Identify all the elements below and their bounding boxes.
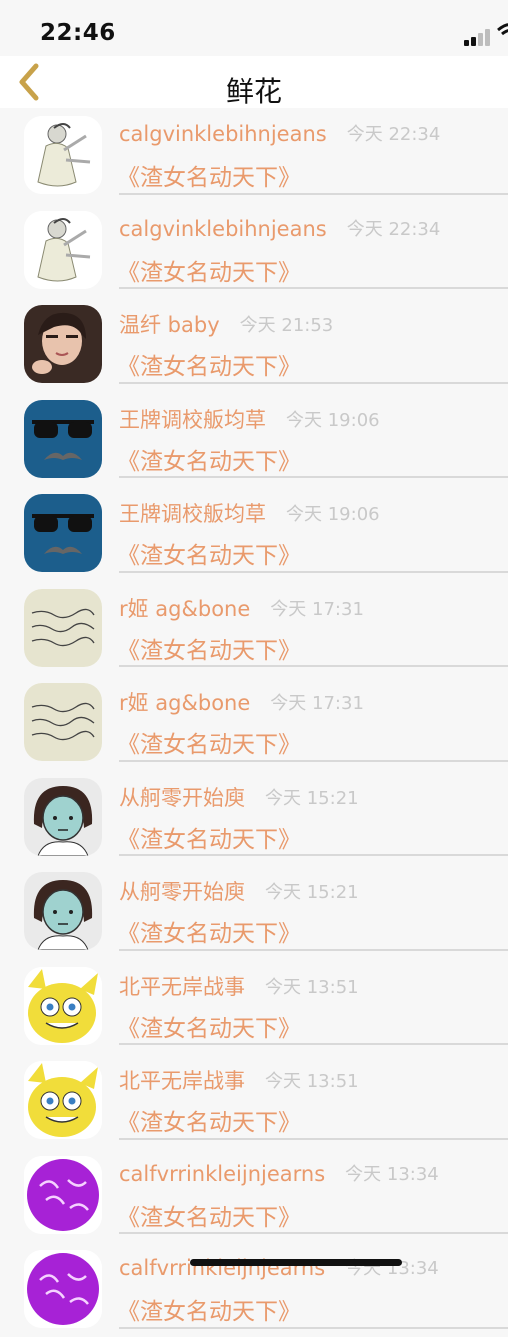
list-item[interactable]: calgvinklebihnjeans 今天 22:34 《渣女名动天下》 [0,203,508,298]
user-name: 从舸零开始庾 今天 15:21 [119,880,359,904]
list-item[interactable]: 温纤 baby 今天 21:53 《渣女名动天下》 [0,297,508,392]
cartoon-girl-avatar [24,872,102,950]
divider [119,1043,508,1045]
yellow-cartoon-avatar [24,1061,102,1139]
page-title: 鲜花 [225,75,282,108]
list-item[interactable]: r姬 ag&bone 今天 17:31 《渣女名动天下》 [0,581,508,676]
timestamp: 今天 19:06 [286,504,380,525]
book-title: 《渣女名动天下》 [117,1299,301,1325]
book-title: 《渣女名动天下》 [117,1015,301,1042]
user-name: 王牌调校舨均草 今天 19:06 [119,502,380,526]
timestamp: 今天 21:53 [239,315,334,336]
user-name: 北平无岸战事 今天 13:51 [119,1069,359,1093]
timestamp: 今天 13:34 [345,1258,439,1279]
home-indicator[interactable] [190,1259,402,1266]
divider [119,759,508,762]
divider [119,1326,508,1329]
list-item[interactable]: calgvinklebihnjeans 今天 22:34 《渣女名动天下》 [0,108,508,203]
timestamp: 今天 13:51 [265,1071,359,1092]
list-item[interactable]: r姬 ag&bone 今天 17:31 《渣女名动天下》 [0,675,508,770]
cellular-signal-icon [464,28,494,46]
list-item[interactable]: 从舸零开始庾 今天 15:21 《渣女名动天下》 [0,864,508,959]
divider [119,948,508,951]
list-item[interactable]: 王牌调校舨均草 今天 19:06 《渣女名动天下》 [0,486,508,581]
list-item[interactable]: calfvrrinkleijnjearns 今天 13:34 《渣女名动天下》 [0,1148,508,1243]
divider [119,854,508,856]
timestamp: 今天 15:21 [265,787,359,809]
book-title: 《渣女名动天下》 [117,826,301,853]
user-name: r姬 ag&bone 今天 17:31 [119,596,364,621]
divider [119,192,508,195]
cartoon-character-avatar [24,210,102,289]
user-list: calgvinklebihnjeans 今天 22:34 《渣女名动天下》 cal… [0,108,508,1337]
book-title: 《渣女名动天下》 [117,165,301,191]
sunglasses-mustache-avatar [24,399,102,478]
divider [119,287,508,289]
divider [119,665,508,667]
cartoon-girl-avatar [24,777,102,856]
list-item[interactable]: calfvrrinkleijnjearns 今天 13:34 《渣女名动天下》 [0,1242,508,1337]
book-title: 《渣女名动天下》 [117,1204,301,1231]
timestamp: 今天 22:34 [346,218,441,240]
list-item[interactable]: 从舸零开始庾 今天 15:21 《渣女名动天下》 [0,770,508,865]
user-name: calfvrrinkleijnjearns 今天 13:34 [119,1161,439,1186]
book-title: 《渣女名动天下》 [117,1110,301,1136]
user-name: calgvinklebihnjeans 今天 22:34 [119,216,441,241]
navigation-bar: 鲜花 [0,56,508,108]
timestamp: 今天 17:31 [270,693,364,714]
list-item[interactable]: 王牌调校舨均草 今天 19:06 《渣女名动天下》 [0,392,508,487]
user-name: 王牌调校舨均草 今天 19:06 [119,407,380,432]
user-name: 北平无岸战事 今天 13:51 [119,974,359,999]
book-title: 《渣女名动天下》 [117,259,301,286]
timestamp: 今天 13:34 [345,1163,439,1185]
divider [119,1232,508,1234]
book-title: 《渣女名动天下》 [117,921,301,947]
handwriting-note-avatar [24,588,102,667]
sunglasses-mustache-avatar [24,494,102,572]
yellow-cartoon-avatar [24,966,102,1045]
book-title: 《渣女名动天下》 [117,448,301,475]
user-name: 从舸零开始庾 今天 15:21 [119,785,359,810]
status-bar: 22:46 [0,0,508,56]
book-title: 《渣女名动天下》 [117,354,301,380]
timestamp: 今天 15:21 [265,882,359,903]
list-item[interactable]: 北平无岸战事 今天 13:51 《渣女名动天下》 [0,959,508,1054]
user-name: 温纤 baby 今天 21:53 [119,313,334,337]
timestamp: 今天 17:31 [270,598,364,620]
user-name: calgvinklebihnjeans 今天 22:34 [119,122,441,146]
divider [119,570,508,573]
timestamp: 今天 19:06 [286,409,380,431]
list-item[interactable]: 北平无岸战事 今天 13:51 《渣女名动天下》 [0,1053,508,1148]
timestamp: 今天 22:34 [346,124,441,145]
cartoon-character-avatar [24,116,102,194]
user-name: r姬 ag&bone 今天 17:31 [119,691,364,715]
user-name: calfvrrinkleijnjearns 今天 13:34 [119,1256,439,1280]
divider [119,476,508,478]
handwriting-note-avatar [24,683,102,761]
purple-calligraphy-avatar [24,1155,102,1234]
timestamp: 今天 13:51 [265,976,359,998]
divider [119,381,508,384]
wifi-icon [497,23,508,36]
purple-calligraphy-avatar [24,1250,102,1328]
book-title: 《渣女名动天下》 [117,732,301,758]
status-time: 22:46 [40,20,116,46]
photo-avatar [24,305,102,383]
divider [119,1137,508,1140]
book-title: 《渣女名动天下》 [117,543,301,569]
book-title: 《渣女名动天下》 [117,637,301,664]
